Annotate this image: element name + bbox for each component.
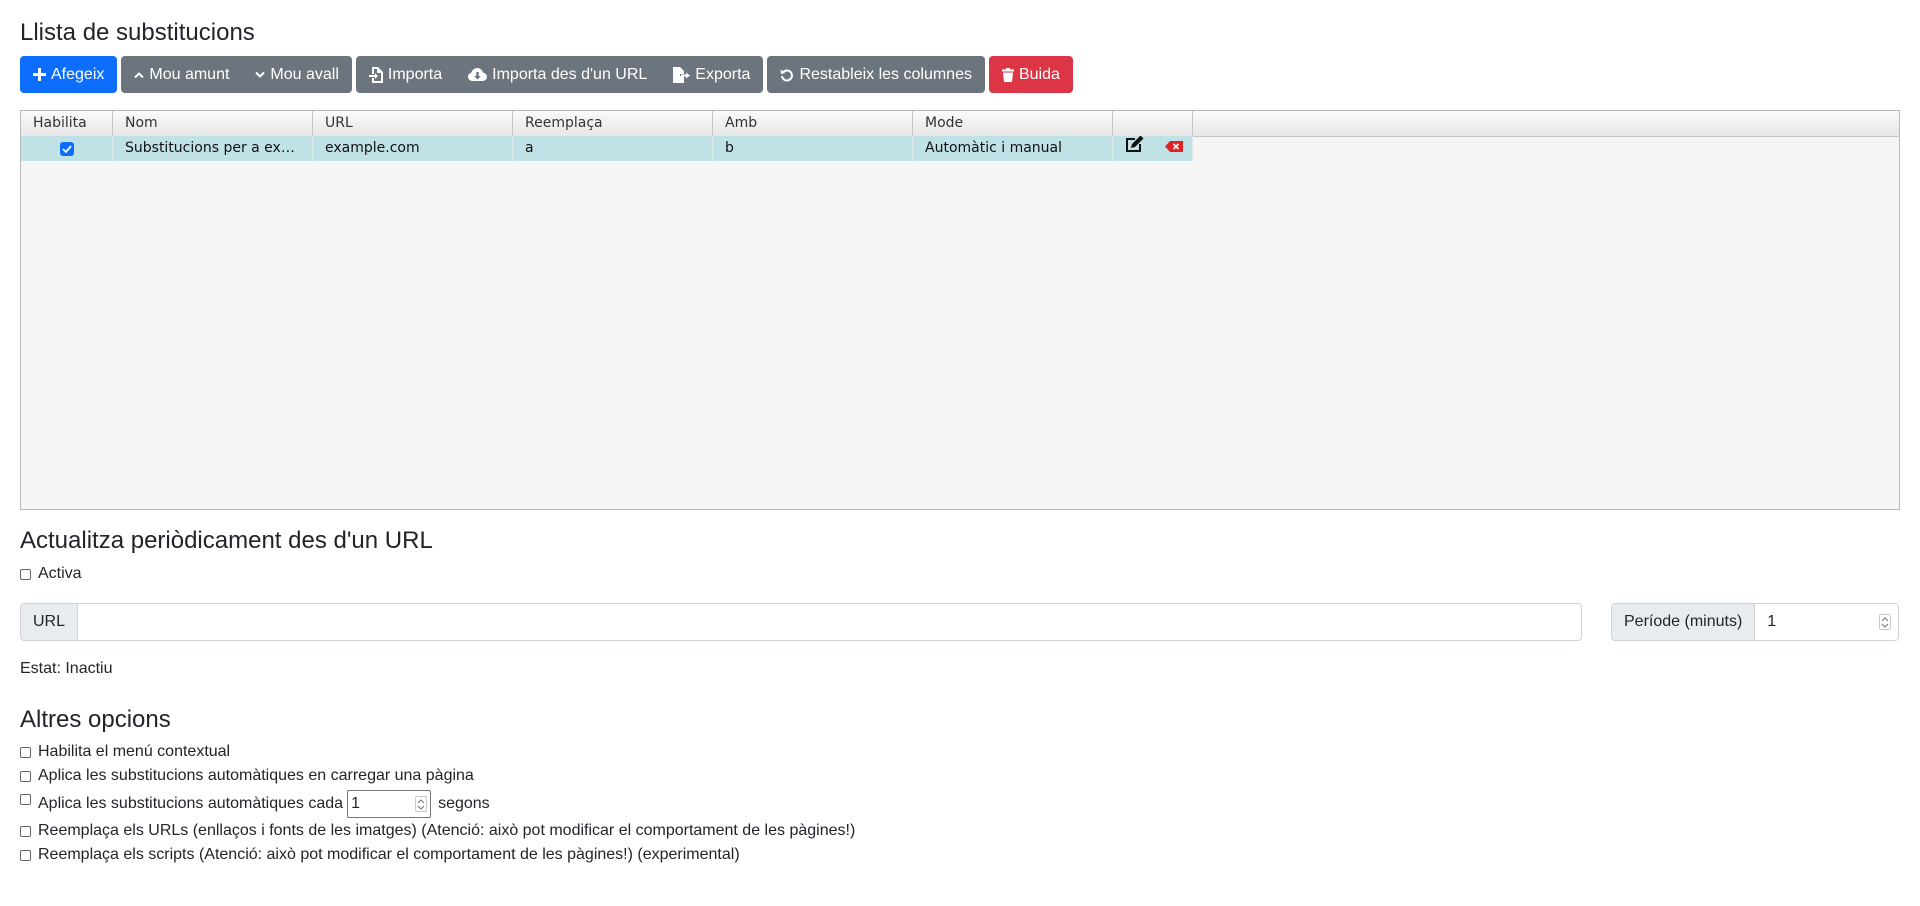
trash-icon (1001, 67, 1014, 82)
column-header-enabled[interactable]: Habilita (21, 111, 113, 136)
column-header-replace[interactable]: Reemplaça (513, 111, 713, 136)
context-menu-option[interactable]: Habilita el menú contextual (20, 743, 230, 761)
apply-every-checkbox[interactable] (20, 794, 31, 805)
reset-columns-label: Restableix les columnes (799, 65, 972, 83)
row-enabled-cell (21, 136, 113, 161)
column-header-actions (1113, 111, 1193, 136)
apply-every-spinner[interactable] (415, 796, 428, 812)
table-row[interactable]: Substitucions per a ex… example.com a b … (21, 136, 1193, 161)
page-title: Llista de substitucions (20, 19, 255, 46)
replace-scripts-label: Reemplaça els scripts (Atenció: això pot… (38, 846, 740, 863)
clear-label: Buida (1018, 65, 1060, 83)
check-icon (61, 144, 72, 153)
replace-scripts-option[interactable]: Reemplaça els scripts (Atenció: això pot… (20, 846, 740, 864)
spinner-up-icon[interactable] (417, 798, 425, 804)
apply-every-input[interactable]: 1 (347, 790, 432, 818)
row-actions (1113, 136, 1193, 161)
apply-on-load-checkbox[interactable] (20, 770, 31, 782)
row-enabled-checkbox[interactable] (59, 141, 74, 156)
export-label: Exporta (695, 65, 751, 83)
options-page: Llista de substitucions Afegeix Mou amun… (0, 0, 1920, 906)
file-export-icon (673, 66, 691, 83)
move-down-label: Mou avall (270, 65, 339, 83)
clear-button[interactable]: Buida (988, 56, 1073, 93)
import-export-button-group: Importa Importa des d'un URL Exporta (355, 56, 764, 93)
period-spinner[interactable] (1879, 614, 1891, 630)
add-button-label: Afegeix (51, 65, 105, 83)
period-label: Període (minuts) (1611, 603, 1756, 641)
replace-scripts-checkbox[interactable] (20, 849, 31, 861)
reset-columns-button[interactable]: Restableix les columnes (767, 56, 985, 93)
row-replace[interactable]: a (513, 136, 713, 161)
replace-urls-option[interactable]: Reemplaça els URLs (enllaços i fonts de … (20, 822, 855, 840)
cloud-download-icon (468, 67, 488, 82)
substitutions-table: Habilita Nom URL Reemplaça Amb Mode Subs… (20, 110, 1900, 510)
url-label: URL (20, 603, 79, 641)
move-up-button[interactable]: Mou amunt (121, 56, 243, 93)
column-header-with[interactable]: Amb (713, 111, 913, 136)
plus-icon (33, 68, 46, 81)
column-header-name[interactable]: Nom (113, 111, 313, 136)
table-header: Habilita Nom URL Reemplaça Amb Mode (21, 111, 1899, 137)
column-header-mode[interactable]: Mode (913, 111, 1113, 136)
edit-icon[interactable] (1125, 136, 1145, 161)
periodic-status: Estat: Inactiu (20, 660, 113, 677)
other-options-title: Altres opcions (20, 706, 171, 733)
replace-urls-label: Reemplaça els URLs (enllaços i fonts de … (38, 822, 856, 839)
chevron-down-icon (255, 71, 266, 79)
periodic-active-label: Activa (38, 565, 82, 582)
move-down-button[interactable]: Mou avall (242, 56, 352, 93)
context-menu-label: Habilita el menú contextual (38, 743, 231, 760)
column-header-url[interactable]: URL (313, 111, 513, 136)
periodic-active-option[interactable]: Activa (20, 565, 82, 583)
row-url[interactable]: example.com (313, 136, 513, 161)
period-input[interactable]: 1 (1755, 603, 1899, 641)
spinner-down-icon[interactable] (1881, 623, 1889, 628)
row-with[interactable]: b (713, 136, 913, 161)
period-value: 1 (1767, 613, 1777, 630)
context-menu-checkbox[interactable] (20, 746, 31, 758)
toolbar: Afegeix Mou amunt Mou avall Importa Impo… (20, 56, 1073, 93)
period-input-group: Període (minuts) 1 (1611, 603, 1899, 641)
apply-every-suffix: segons (438, 795, 490, 812)
replace-urls-checkbox[interactable] (20, 825, 31, 837)
apply-on-load-label: Aplica les substitucions automàtiques en… (38, 767, 474, 784)
move-up-label: Mou amunt (149, 65, 230, 83)
spinner-down-icon[interactable] (417, 805, 425, 810)
apply-every-option: Aplica les substitucions automàtiques ca… (20, 790, 490, 818)
import-button[interactable]: Importa (355, 56, 456, 93)
url-input[interactable] (78, 603, 1582, 641)
import-url-label: Importa des d'un URL (492, 65, 648, 83)
periodic-active-checkbox[interactable] (20, 568, 31, 580)
periodic-update-title: Actualitza periòdicament des d'un URL (20, 527, 433, 554)
row-name[interactable]: Substitucions per a ex… (113, 136, 313, 161)
move-button-group: Mou amunt Mou avall (121, 56, 352, 93)
delete-row-icon[interactable] (1165, 136, 1183, 161)
add-button[interactable]: Afegeix (20, 56, 118, 93)
apply-on-load-option[interactable]: Aplica les substitucions automàtiques en… (20, 767, 474, 785)
row-mode[interactable]: Automàtic i manual (913, 136, 1113, 161)
spinner-up-icon[interactable] (1881, 616, 1889, 622)
undo-icon (780, 68, 794, 82)
export-button[interactable]: Exporta (660, 56, 764, 93)
import-label: Importa (387, 65, 443, 83)
chevron-up-icon (134, 71, 145, 79)
import-url-button[interactable]: Importa des d'un URL (455, 56, 661, 93)
apply-every-prefix: Aplica les substitucions automàtiques ca… (38, 795, 344, 812)
file-import-icon (368, 66, 383, 83)
url-input-group: URL (20, 603, 1582, 641)
apply-every-value: 1 (351, 795, 360, 812)
